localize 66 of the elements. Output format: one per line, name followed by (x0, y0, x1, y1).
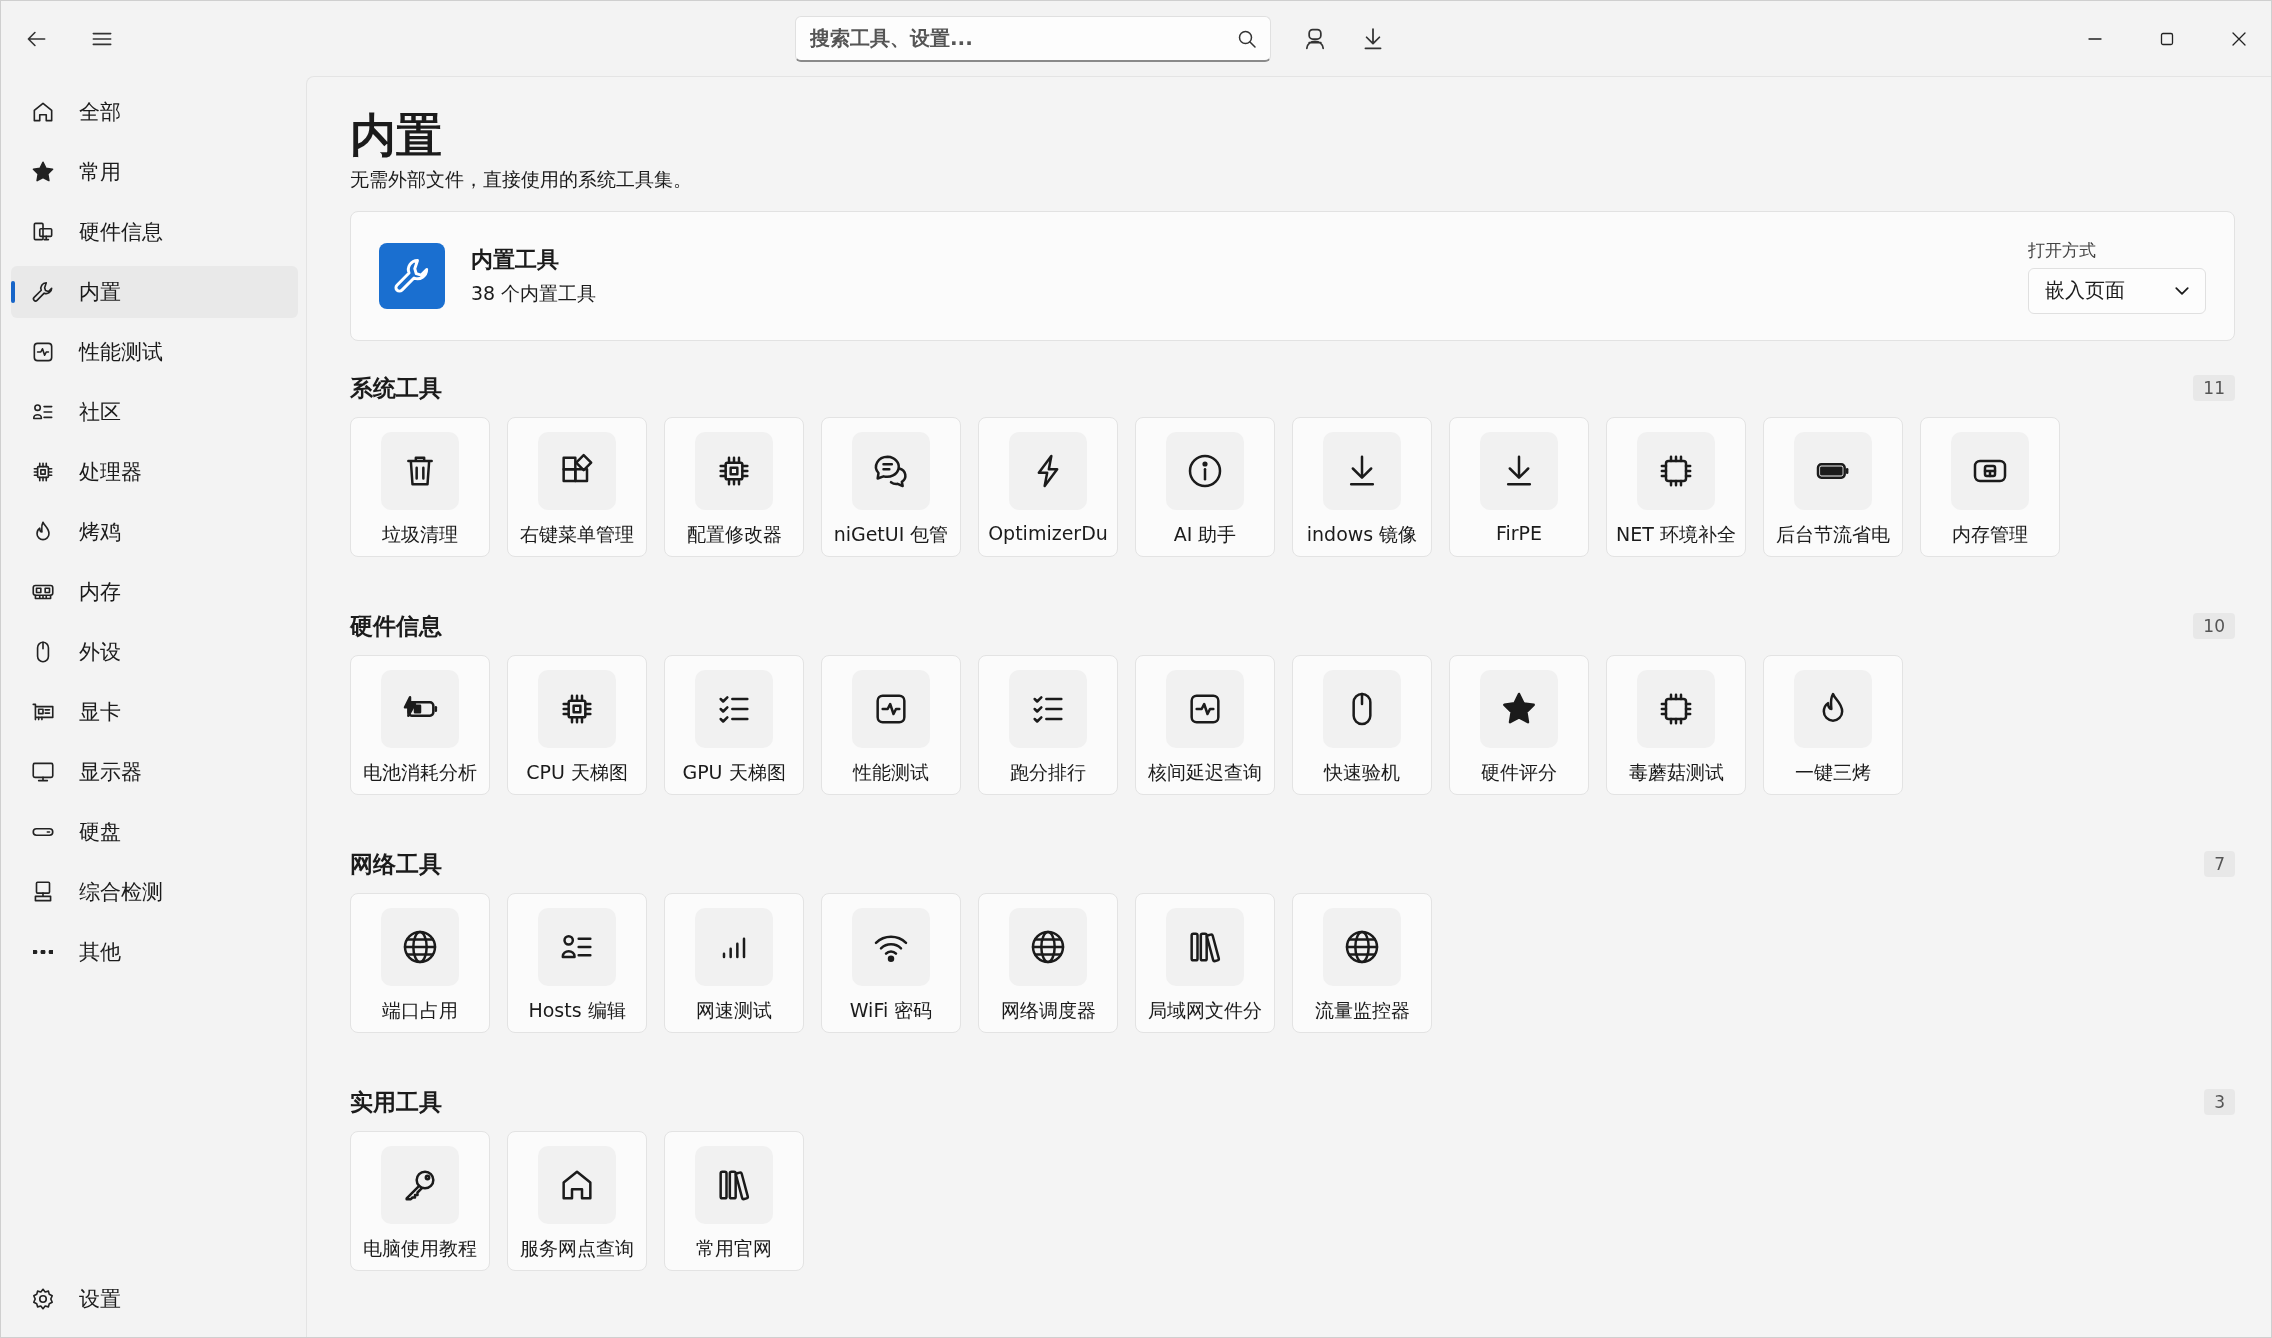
tool-tile[interactable]: WiFi 密码 (821, 893, 961, 1033)
tool-tile[interactable]: niGetUI 包管 (821, 417, 961, 557)
tool-tile[interactable]: 垃圾清理 (350, 417, 490, 557)
sidebar-item[interactable]: 全部 (11, 86, 298, 138)
tool-tile[interactable]: 后台节流省电 (1763, 417, 1903, 557)
card-subtitle: 38 个内置工具 (471, 281, 597, 306)
tool-tile[interactable]: Hosts 编辑 (507, 893, 647, 1033)
card-title: 内置工具 (471, 246, 560, 274)
section-title: 硬件信息 (350, 611, 442, 641)
sidebar-item[interactable]: 烤鸡 (11, 506, 298, 558)
tool-tile[interactable]: 配置修改器 (664, 417, 804, 557)
tool-tile[interactable]: 局域网文件分 (1135, 893, 1275, 1033)
sidebar-item[interactable]: 显卡 (11, 686, 298, 738)
sidebar-item[interactable]: 内存 (11, 566, 298, 618)
count-badge: 11 (2193, 375, 2235, 401)
sidebar-item[interactable]: 处理器 (11, 446, 298, 498)
tool-tile[interactable]: 网速测试 (664, 893, 804, 1033)
settings-item[interactable]: 设置 (11, 1273, 298, 1325)
chevron-icon (2175, 286, 2189, 295)
sidebar-item[interactable]: 硬盘 (11, 806, 298, 858)
sidebar-item[interactable]: 性能测试 (11, 326, 298, 378)
section-title: 实用工具 (350, 1087, 442, 1117)
tool-tile[interactable]: 硬件评分 (1449, 655, 1589, 795)
tool-tile[interactable]: CPU 天梯图 (507, 655, 647, 795)
tool-tile[interactable]: AI 助手 (1135, 417, 1275, 557)
tool-tile[interactable]: 快速验机 (1292, 655, 1432, 795)
tool-tile[interactable]: 网络调度器 (978, 893, 1118, 1033)
tool-tile[interactable]: 电脑使用教程 (350, 1131, 490, 1271)
sidebar-item[interactable]: 内置 (11, 266, 298, 318)
sidebar-item[interactable]: 综合检测 (11, 866, 298, 918)
search-field[interactable]: 搜索工具、设置... (795, 15, 1271, 62)
tool-tile[interactable]: 核间延迟查询 (1135, 655, 1275, 795)
count-badge: 10 (2193, 613, 2235, 639)
sidebar-item[interactable]: 外设 (11, 626, 298, 678)
tool-tile[interactable]: 一键三烤 (1763, 655, 1903, 795)
count-badge: 3 (2204, 1089, 2235, 1115)
tool-tile[interactable]: 跑分排行 (978, 655, 1118, 795)
tool-tile[interactable]: GPU 天梯图 (664, 655, 804, 795)
page-subtitle: 无需外部文件，直接使用的系统工具集。 (350, 167, 693, 192)
sidebar-item[interactable]: 其他 (11, 926, 298, 978)
section-title: 系统工具 (350, 373, 442, 403)
sidebar-item[interactable]: 显示器 (11, 746, 298, 798)
tool-tile[interactable]: NET 环境补全 (1606, 417, 1746, 557)
tool-tile[interactable]: FirPE (1449, 417, 1589, 557)
tool-tile[interactable]: 端口占用 (350, 893, 490, 1033)
open-mode-dropdown[interactable]: 嵌入页面 (2028, 267, 2206, 314)
tool-tile[interactable]: OptimizerDu (978, 417, 1118, 557)
section-title: 网络工具 (350, 849, 442, 879)
wrench-icon (379, 243, 445, 309)
tool-tile[interactable]: 右键菜单管理 (507, 417, 647, 557)
sidebar-item[interactable]: 社区 (11, 386, 298, 438)
open-mode-label: 打开方式 (2028, 238, 2097, 262)
page-title: 内置 (350, 107, 443, 163)
sidebar-item[interactable]: 硬件信息 (11, 206, 298, 258)
tool-tile[interactable]: 流量监控器 (1292, 893, 1432, 1033)
tool-tile[interactable]: 电池消耗分析 (350, 655, 490, 795)
more-icon (33, 950, 53, 954)
tool-tile[interactable]: 性能测试 (821, 655, 961, 795)
count-badge: 7 (2204, 851, 2235, 877)
tool-tile[interactable]: 服务网点查询 (507, 1131, 647, 1271)
sidebar-item[interactable]: 常用 (11, 146, 298, 198)
tool-tile[interactable]: 内存管理 (1920, 417, 2060, 557)
tool-tile[interactable]: 常用官网 (664, 1131, 804, 1271)
tool-tile[interactable]: 毒蘑菇测试 (1606, 655, 1746, 795)
settings-icon (30, 1286, 56, 1312)
tool-tile[interactable]: indows 镜像 (1292, 417, 1432, 557)
